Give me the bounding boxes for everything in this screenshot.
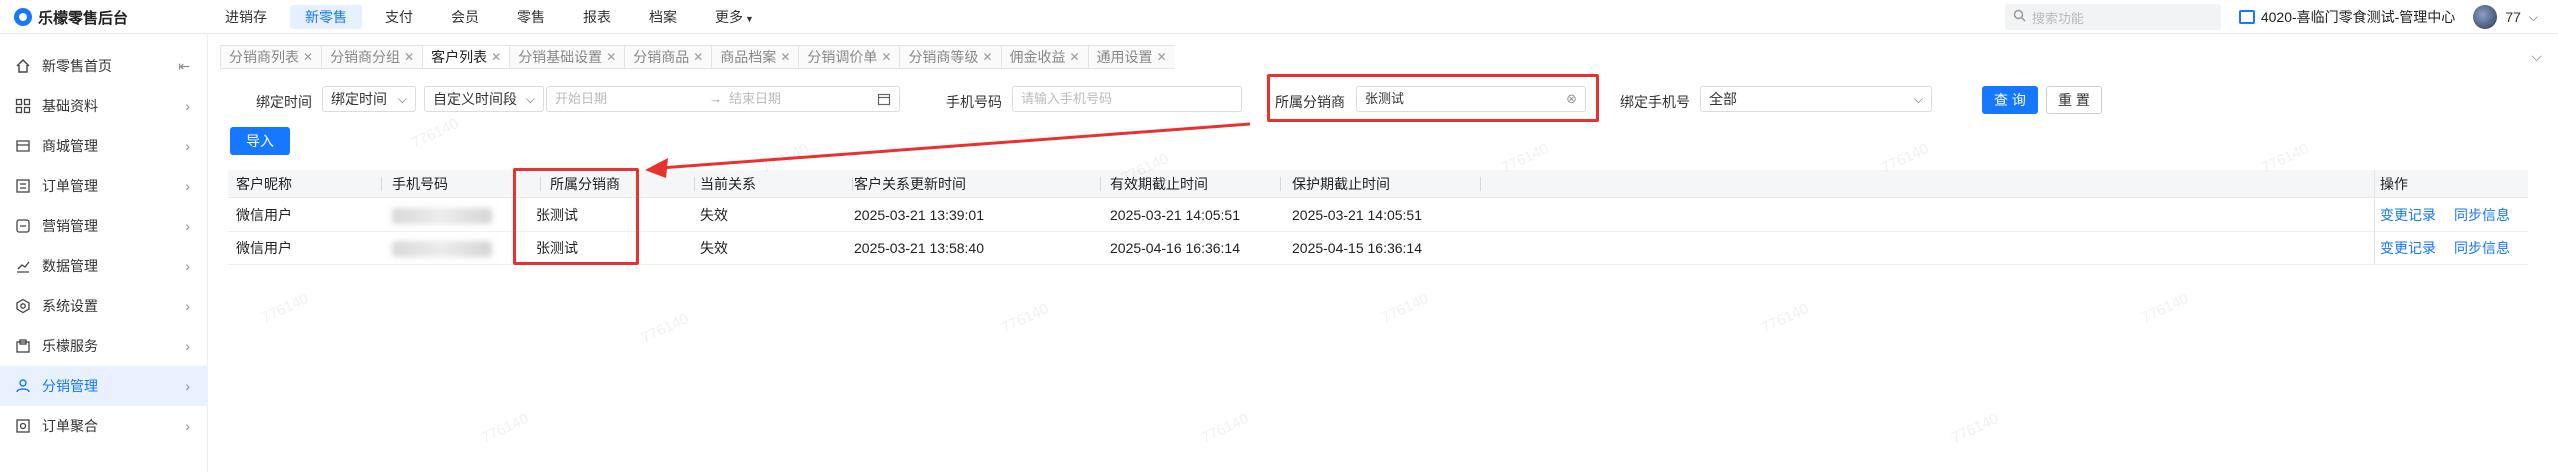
annotation-arrow [645, 122, 1251, 178]
